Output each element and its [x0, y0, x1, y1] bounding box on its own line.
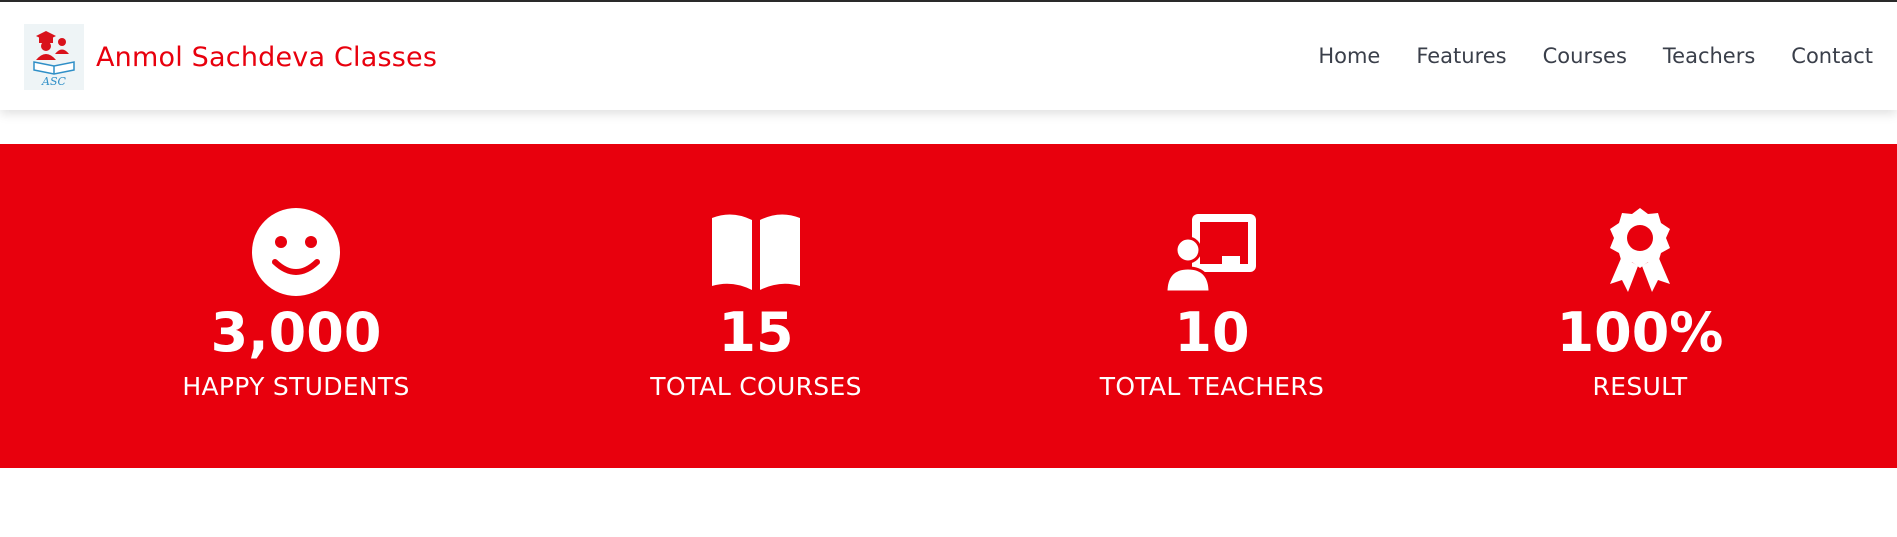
stats-section: 3,000 HAPPY STUDENTS 15 TOTAL COURSES 10…: [0, 144, 1897, 468]
nav-link-features[interactable]: Features: [1416, 44, 1506, 68]
stat-label: HAPPY STUDENTS: [182, 372, 410, 401]
brand-logo[interactable]: ASC: [24, 24, 84, 90]
stat-total-courses: 15 TOTAL COURSES: [546, 144, 966, 468]
nav-link-contact[interactable]: Contact: [1791, 44, 1873, 68]
brand-name[interactable]: Anmol Sachdeva Classes: [96, 42, 437, 73]
stat-label: TOTAL COURSES: [650, 372, 862, 401]
stat-label: RESULT: [1592, 372, 1688, 401]
stat-value: 15: [718, 301, 794, 364]
logo-graphic: ASC: [33, 31, 75, 88]
stat-value: 3,000: [210, 301, 382, 364]
nav-link-teachers[interactable]: Teachers: [1663, 44, 1755, 68]
logo-text: ASC: [41, 75, 66, 88]
stat-value: 100%: [1556, 301, 1724, 364]
smile-icon: [252, 208, 340, 296]
nav-link-home[interactable]: Home: [1318, 44, 1380, 68]
award-icon: [1610, 208, 1670, 292]
stat-label: TOTAL TEACHERS: [1099, 372, 1325, 401]
nav-link-courses[interactable]: Courses: [1543, 44, 1627, 68]
chalkboard-teacher-icon: [1164, 214, 1256, 294]
stat-result: 100% RESULT: [1430, 144, 1850, 468]
main-nav: Home Features Courses Teachers Contact: [1318, 44, 1873, 68]
stat-value: 10: [1174, 301, 1250, 364]
navbar: ASC Anmol Sachdeva Classes Home Features…: [0, 2, 1897, 110]
brand[interactable]: ASC Anmol Sachdeva Classes: [24, 22, 437, 92]
book-open-icon: [712, 214, 800, 290]
stat-total-teachers: 10 TOTAL TEACHERS: [1002, 144, 1422, 468]
stat-happy-students: 3,000 HAPPY STUDENTS: [86, 144, 506, 468]
